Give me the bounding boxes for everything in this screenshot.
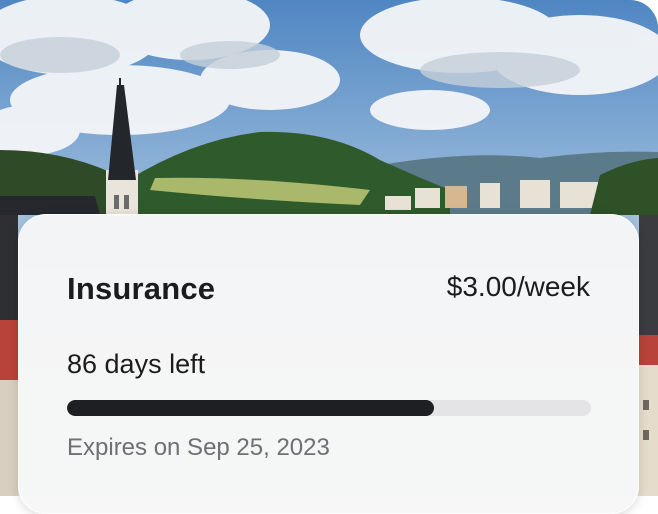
days-left-label: 86 days left	[67, 349, 206, 379]
card-title: Insurance	[67, 271, 216, 306]
price-label: $3.00/week	[446, 271, 590, 302]
expiry-date-label: Expires on Sep 25, 2023	[67, 434, 330, 461]
progress-bar-fill	[67, 400, 434, 416]
insurance-card[interactable]: Insurance $3.00/week 86 days left Expire…	[18, 214, 639, 514]
progress-bar	[67, 400, 591, 416]
